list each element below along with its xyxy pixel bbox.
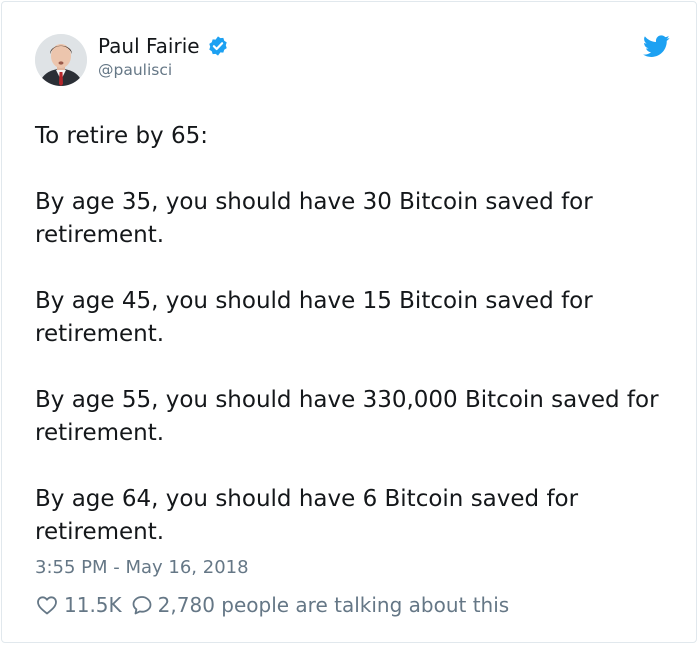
engagement-bar: 11.5K 2,780 people are talking about thi… bbox=[35, 593, 509, 617]
author-name-row[interactable]: Paul Fairie bbox=[98, 34, 229, 58]
tweet-paragraph: To retire by 65: bbox=[35, 123, 208, 149]
tweet-timestamp[interactable]: 3:55 PM - May 16, 2018 bbox=[35, 557, 249, 579]
like-count[interactable]: 11.5K bbox=[64, 593, 122, 617]
verified-badge-icon bbox=[207, 35, 229, 57]
tweet-paragraph: By age 45, you should have 15 Bitcoin sa… bbox=[35, 288, 593, 347]
tweet-paragraph: By age 64, you should have 6 Bitcoin sav… bbox=[35, 486, 579, 545]
tweet-card: Paul Fairie @paulisci To retire by 65: B… bbox=[1, 1, 697, 643]
author-handle[interactable]: @paulisci bbox=[98, 60, 172, 80]
tweet-text: To retire by 65: By age 35, you should h… bbox=[35, 120, 675, 582]
tweet-paragraph: By age 55, you should have 330,000 Bitco… bbox=[35, 387, 659, 446]
tweet-paragraph: By age 35, you should have 30 Bitcoin sa… bbox=[35, 189, 593, 248]
author-name[interactable]: Paul Fairie bbox=[98, 34, 200, 58]
avatar[interactable] bbox=[35, 34, 87, 86]
avatar-photo bbox=[35, 34, 87, 86]
twitter-bird-icon[interactable] bbox=[643, 35, 670, 58]
heart-icon[interactable] bbox=[35, 593, 59, 617]
speech-bubble-icon[interactable] bbox=[130, 593, 154, 617]
conversation-link[interactable]: 2,780 people are talking about this bbox=[158, 593, 510, 617]
